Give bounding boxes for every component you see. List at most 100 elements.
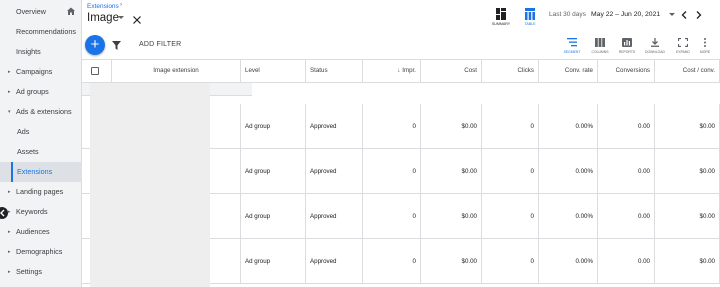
next-period-icon[interactable] (695, 10, 703, 20)
sidebar-item-label: Ads & extensions (16, 107, 72, 116)
segment-icon (567, 38, 577, 47)
table-view-label: TABLE (524, 22, 536, 26)
date-range-label: Last 30 days (549, 11, 586, 18)
cell-clicks: 0 (482, 104, 539, 149)
header-cost-per-conv[interactable]: Cost / conv. (655, 60, 720, 82)
sidebar-item-overview[interactable]: Overview (0, 2, 82, 22)
cell-impr: 0 (363, 104, 421, 149)
cell-conversions: 0.00 (598, 239, 655, 284)
sort-descending-icon: ↓ (397, 68, 401, 74)
reports-button[interactable]: REPORTS (614, 36, 640, 58)
sidebar-item-label: Keywords (16, 207, 48, 216)
filter-icon[interactable] (112, 41, 121, 50)
close-icon[interactable] (132, 15, 142, 25)
sidebar-item-label: Overview (16, 7, 46, 16)
cell-clicks: 0 (482, 149, 539, 194)
table-toolbar: + ADD FILTER SEGMENT COLUMNS REPORTS DOW… (82, 32, 720, 60)
sidebar-item-ads-extensions[interactable]: ▾ Ads & extensions (0, 102, 82, 122)
breadcrumb-chevron-icon: › (120, 2, 122, 8)
header-status[interactable]: Status (306, 60, 363, 82)
previous-period-icon[interactable] (680, 10, 688, 20)
sidebar-item-ads[interactable]: Ads (0, 122, 82, 142)
columns-button[interactable]: COLUMNS (587, 36, 613, 58)
cell-impr: 0 (363, 194, 421, 239)
sidebar-item-settings[interactable]: ▸ Settings (0, 262, 82, 282)
caret-right-icon: ▸ (8, 229, 11, 235)
caret-right-icon: ▸ (8, 69, 11, 75)
chevron-left-icon (0, 209, 5, 217)
summary-view-button[interactable]: SUMMARY (487, 5, 515, 27)
cell-status: Approved (306, 194, 363, 239)
cell-impr: 0 (363, 149, 421, 194)
sidebar-item-label: Demographics (16, 247, 63, 256)
header-cost[interactable]: Cost (421, 60, 482, 82)
header-image-extension[interactable]: Image extension (112, 60, 241, 82)
page-header: Extensions › Image SUMMARY TABLE Last 30… (82, 0, 720, 32)
more-button[interactable]: MORE (692, 36, 718, 58)
download-icon (651, 38, 659, 47)
caret-right-icon: ▸ (8, 89, 11, 95)
caret-right-icon: ▸ (8, 189, 11, 195)
columns-label: COLUMNS (591, 50, 609, 54)
sidebar-item-ad-groups[interactable]: ▸ Ad groups (0, 82, 82, 102)
title-dropdown-icon[interactable] (118, 16, 124, 19)
sidebar-item-label: Settings (16, 267, 42, 276)
cell-clicks: 0 (482, 239, 539, 284)
sidebar-item-campaigns[interactable]: ▸ Campaigns (0, 62, 82, 82)
caret-down-icon: ▾ (8, 109, 11, 115)
header-conversions[interactable]: Conversions (598, 60, 655, 82)
sidebar-item-insights[interactable]: Insights (0, 42, 82, 62)
cell-conv-rate: 0.00% (539, 104, 598, 149)
summary-view-label: SUMMARY (491, 22, 511, 26)
more-label: MORE (699, 50, 711, 54)
download-button[interactable]: DOWNLOAD (642, 36, 668, 58)
cell-status: Approved (306, 239, 363, 284)
cell-conversions: 0.00 (598, 104, 655, 149)
cell-status: Approved (306, 104, 363, 149)
sidebar-item-recommendations[interactable]: Recommendations (0, 22, 82, 42)
expand-icon (678, 38, 688, 47)
sidebar-item-label: Extensions (17, 167, 53, 176)
sidebar-item-label: Insights (16, 47, 41, 56)
breadcrumb[interactable]: Extensions (87, 3, 119, 10)
caret-right-icon: ▸ (8, 209, 11, 215)
cell-cost-conv: $0.00 (655, 149, 720, 194)
header-impr-label: Impr. (402, 67, 416, 74)
select-all-checkbox[interactable] (91, 67, 99, 75)
sidebar-item-demographics[interactable]: ▸ Demographics (0, 242, 82, 262)
more-vert-icon (704, 38, 706, 47)
sidebar-item-label: Assets (17, 147, 39, 156)
sidebar-item-keywords[interactable]: ▸ Keywords (0, 202, 82, 222)
header-conv-rate[interactable]: Conv. rate (539, 60, 598, 82)
extensions-table: Image extension Level Status ↓ Impr. Cost… (82, 60, 720, 287)
cell-cost: $0.00 (421, 149, 482, 194)
sidebar-item-assets[interactable]: Assets (0, 142, 82, 162)
sidebar-item-label: Ad groups (16, 87, 49, 96)
segment-button[interactable]: SEGMENT (559, 36, 585, 58)
sidebar-item-label: Landing pages (16, 187, 64, 196)
header-level[interactable]: Level (241, 60, 306, 82)
cell-level: Ad group (241, 104, 306, 149)
caret-right-icon: ▸ (8, 249, 11, 255)
download-label: DOWNLOAD (645, 50, 665, 54)
header-impr[interactable]: ↓ Impr. (363, 60, 421, 82)
plus-icon: + (90, 36, 100, 53)
sidebar-item-extensions[interactable]: Extensions (0, 162, 82, 182)
date-range-value[interactable]: May 22 – Jun 20, 2021 (591, 11, 660, 18)
table-view-button[interactable]: TABLE (516, 5, 544, 27)
sidebar-item-label: Audiences (16, 227, 50, 236)
add-filter-button[interactable]: ADD FILTER (139, 41, 181, 48)
date-dropdown-icon[interactable] (669, 13, 675, 16)
sidebar-item-landing-pages[interactable]: ▸ Landing pages (0, 182, 82, 202)
cell-clicks: 0 (482, 194, 539, 239)
sidebar-item-audiences[interactable]: ▸ Audiences (0, 222, 82, 242)
sidebar-item-label: Recommendations (16, 27, 76, 36)
add-extension-button[interactable]: + (85, 35, 105, 55)
cell-conv-rate: 0.00% (539, 194, 598, 239)
page-title[interactable]: Image (87, 12, 119, 24)
header-clicks[interactable]: Clicks (482, 60, 539, 82)
caret-right-icon: ▸ (8, 269, 11, 275)
sidebar-nav: Overview Recommendations Insights ▸ Campaign… (0, 0, 82, 287)
cell-conv-rate: 0.00% (539, 149, 598, 194)
cell-cost-conv: $0.00 (655, 194, 720, 239)
